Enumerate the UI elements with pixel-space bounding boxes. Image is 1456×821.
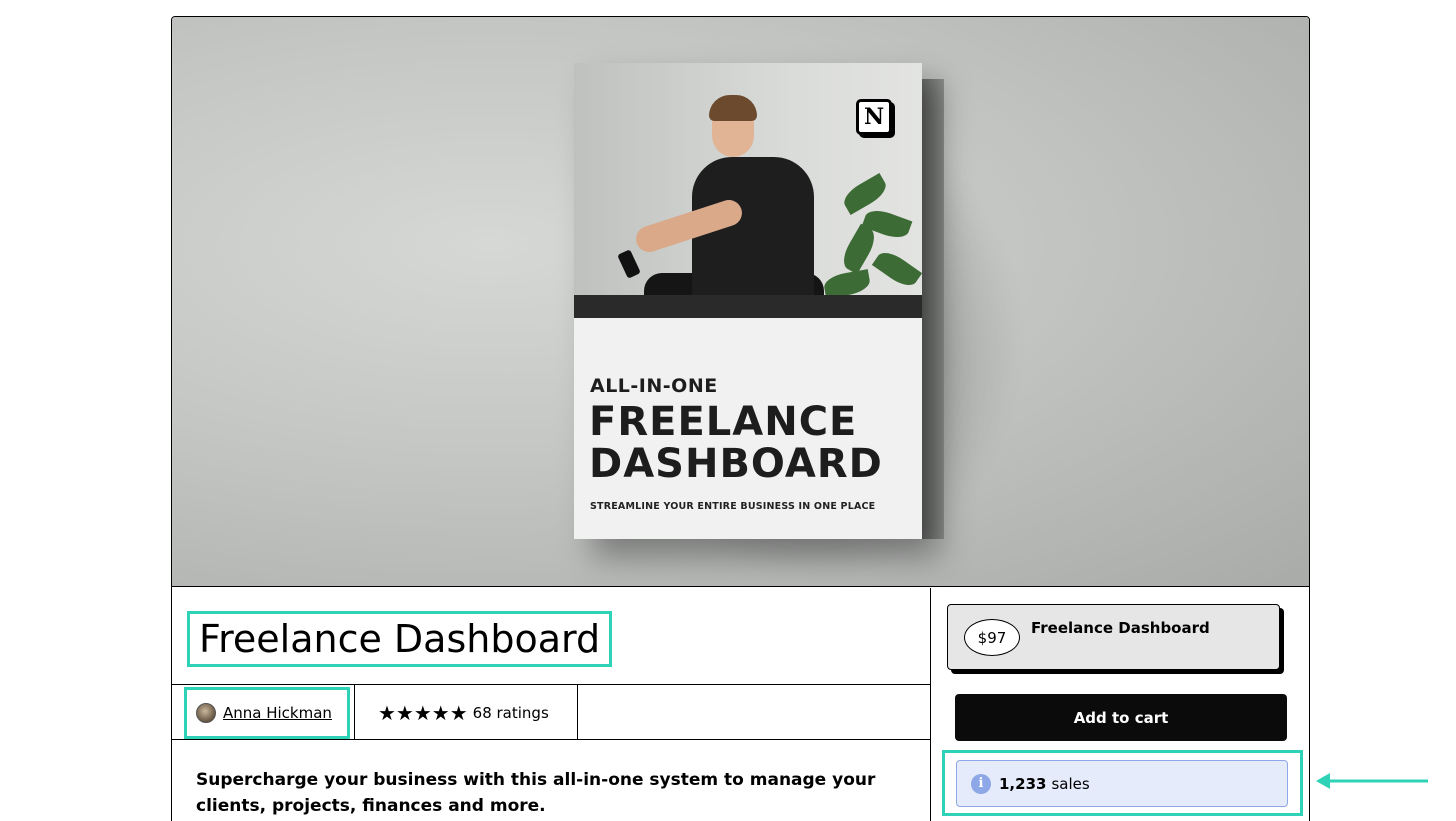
info-icon: i bbox=[971, 773, 991, 794]
person-hair bbox=[709, 95, 757, 121]
add-to-cart-button[interactable]: Add to cart bbox=[955, 694, 1287, 741]
arrow-left-icon bbox=[1316, 773, 1428, 789]
product-cover-image[interactable]: N ALL-IN-ONE FREELANCE DASHBOARD STREAML… bbox=[172, 17, 1309, 587]
title-row: Freelance Dashboard bbox=[172, 588, 930, 685]
rating-summary[interactable]: ★★★★★ 68 ratings bbox=[378, 685, 549, 740]
bench bbox=[574, 295, 922, 318]
sales-count: 1,233 bbox=[999, 774, 1047, 793]
star-icon: ★★★★★ bbox=[378, 700, 468, 725]
product-description: Supercharge your business with this all-… bbox=[196, 770, 876, 816]
divider bbox=[354, 685, 355, 740]
variant-name: Freelance Dashboard bbox=[1031, 619, 1210, 637]
avatar bbox=[196, 703, 216, 723]
meta-row: Anna Hickman ★★★★★ 68 ratings bbox=[172, 685, 930, 740]
notion-logo-icon: N bbox=[856, 99, 892, 135]
box-title-line: FREELANCE bbox=[589, 399, 858, 445]
box-kicker: ALL-IN-ONE bbox=[590, 375, 718, 397]
author-cell[interactable]: Anna Hickman bbox=[184, 687, 350, 739]
sales-label: sales bbox=[1051, 774, 1090, 793]
box-title: FREELANCE DASHBOARD bbox=[589, 401, 883, 485]
box-side bbox=[922, 79, 944, 539]
price-badge: $97 bbox=[964, 619, 1020, 656]
plant-leaf bbox=[839, 172, 891, 216]
phone bbox=[617, 249, 641, 279]
box-tagline: STREAMLINE YOUR ENTIRE BUSINESS IN ONE P… bbox=[590, 501, 876, 512]
cover-photo: N bbox=[574, 63, 922, 318]
product-box: N ALL-IN-ONE FREELANCE DASHBOARD STREAML… bbox=[574, 63, 922, 539]
product-card: N ALL-IN-ONE FREELANCE DASHBOARD STREAML… bbox=[171, 16, 1310, 821]
sales-highlight: i 1,233 sales bbox=[942, 750, 1303, 816]
variant-option[interactable]: $97 Freelance Dashboard bbox=[947, 604, 1280, 670]
box-title-line: DASHBOARD bbox=[589, 441, 883, 487]
purchase-panel: $97 Freelance Dashboard Add to cart i 1,… bbox=[930, 588, 1309, 821]
author-link[interactable]: Anna Hickman bbox=[223, 704, 332, 722]
sales-info: i 1,233 sales bbox=[956, 760, 1288, 807]
plant-leaf bbox=[871, 246, 922, 292]
ratings-count: 68 ratings bbox=[472, 703, 549, 722]
divider bbox=[577, 685, 578, 740]
product-title: Freelance Dashboard bbox=[187, 611, 613, 667]
